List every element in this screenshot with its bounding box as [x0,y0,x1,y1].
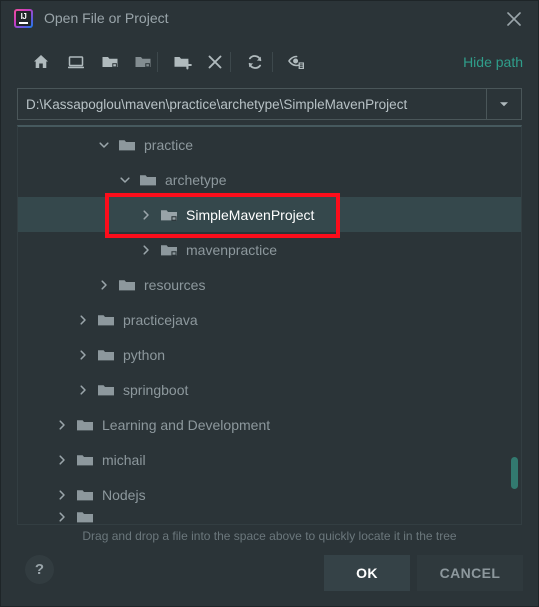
cancel-button[interactable]: CANCEL [417,555,523,591]
tree-row[interactable]: python [18,337,521,372]
folder-icon [75,486,95,504]
help-button[interactable]: ? [25,555,54,584]
folder-module-icon [159,241,179,259]
folder-icon [117,276,137,294]
ok-button[interactable]: OK [324,555,410,591]
tree-row[interactable]: springboot [18,372,521,407]
tree-row[interactable]: resources [18,267,521,302]
open-file-or-project-dialog: IJ Open File or Project Hide path D:\Kas… [0,0,539,607]
folder-module-icon [159,206,179,224]
folder-icon [75,416,95,434]
folder-icon [75,512,95,524]
delete-icon[interactable] [201,48,229,76]
tree-row-label: python [123,346,166,363]
tree-row-selected[interactable]: SimpleMavenProject [18,197,521,232]
tree-row[interactable]: practice [18,127,521,162]
tree-row-label: SimpleMavenProject [186,206,315,223]
tree-row-label: Learning and Development [102,416,271,433]
chevron-right-icon[interactable] [95,276,113,294]
desktop-icon[interactable] [62,48,90,76]
tree-row[interactable]: michail [18,442,521,477]
chevron-right-icon[interactable] [53,451,71,469]
chevron-right-icon[interactable] [74,346,92,364]
tree-row-label: springboot [123,381,189,398]
close-icon[interactable] [503,8,525,30]
chevron-down-icon[interactable] [116,171,134,189]
new-folder-icon[interactable] [168,48,196,76]
folder-icon [96,311,116,329]
show-hidden-files-icon[interactable] [282,48,310,76]
tree-row[interactable]: Learning and Development [18,407,521,442]
tree-row-label: practice [144,136,194,153]
tree-row[interactable]: archetype [18,162,521,197]
tree-row-label: Nodejs [102,486,146,503]
drag-and-drop-hint: Drag and drop a file into the space abov… [82,529,457,543]
chevron-right-icon[interactable] [137,241,155,259]
chevron-down-icon[interactable] [95,136,113,154]
folder-icon [96,346,116,364]
toolbar-separator [230,52,231,72]
chevron-right-icon[interactable] [137,206,155,224]
tree-row-label: archetype [165,171,227,188]
path-field-row [17,88,522,120]
chevron-right-icon[interactable] [53,416,71,434]
dialog-title: Open File or Project [44,10,169,26]
refresh-icon[interactable] [241,48,269,76]
tree-row[interactable]: mavenpractice [18,232,521,267]
folder-up-icon[interactable] [129,48,157,76]
tree-row[interactable] [18,512,521,524]
dialog-titlebar: IJ Open File or Project [0,0,539,38]
folder-icon [117,136,137,154]
intellij-idea-logo-icon: IJ [14,9,33,28]
chevron-right-icon[interactable] [74,381,92,399]
tree-row[interactable]: practicejava [18,302,521,337]
directory-tree-panel[interactable]: practice archetype SimpleMavenProject maven… [17,125,522,525]
chevron-right-icon[interactable] [53,486,71,504]
toolbar-separator [272,52,273,72]
path-input[interactable] [18,89,486,119]
folder-icon [96,381,116,399]
tree-row-label: resources [144,276,206,293]
tree-row[interactable]: Nodejs [18,477,521,512]
chevron-right-icon[interactable] [53,512,71,524]
folder-icon [75,451,95,469]
project-folder-icon[interactable] [96,48,124,76]
toolbar-separator [157,52,158,72]
directory-tree-rows: practice archetype SimpleMavenProject maven… [18,127,521,524]
folder-icon [138,171,158,189]
path-dropdown-chevron-down-icon[interactable] [486,89,521,119]
tree-row-label: mavenpractice [186,241,278,258]
chevron-right-icon[interactable] [74,311,92,329]
home-icon[interactable] [27,48,55,76]
tree-row-label: michail [102,451,146,468]
tree-scrollbar-thumb[interactable] [511,457,518,489]
hide-path-link[interactable]: Hide path [463,54,523,70]
tree-row-label: practicejava [123,311,198,328]
dialog-toolbar: Hide path [0,44,539,82]
